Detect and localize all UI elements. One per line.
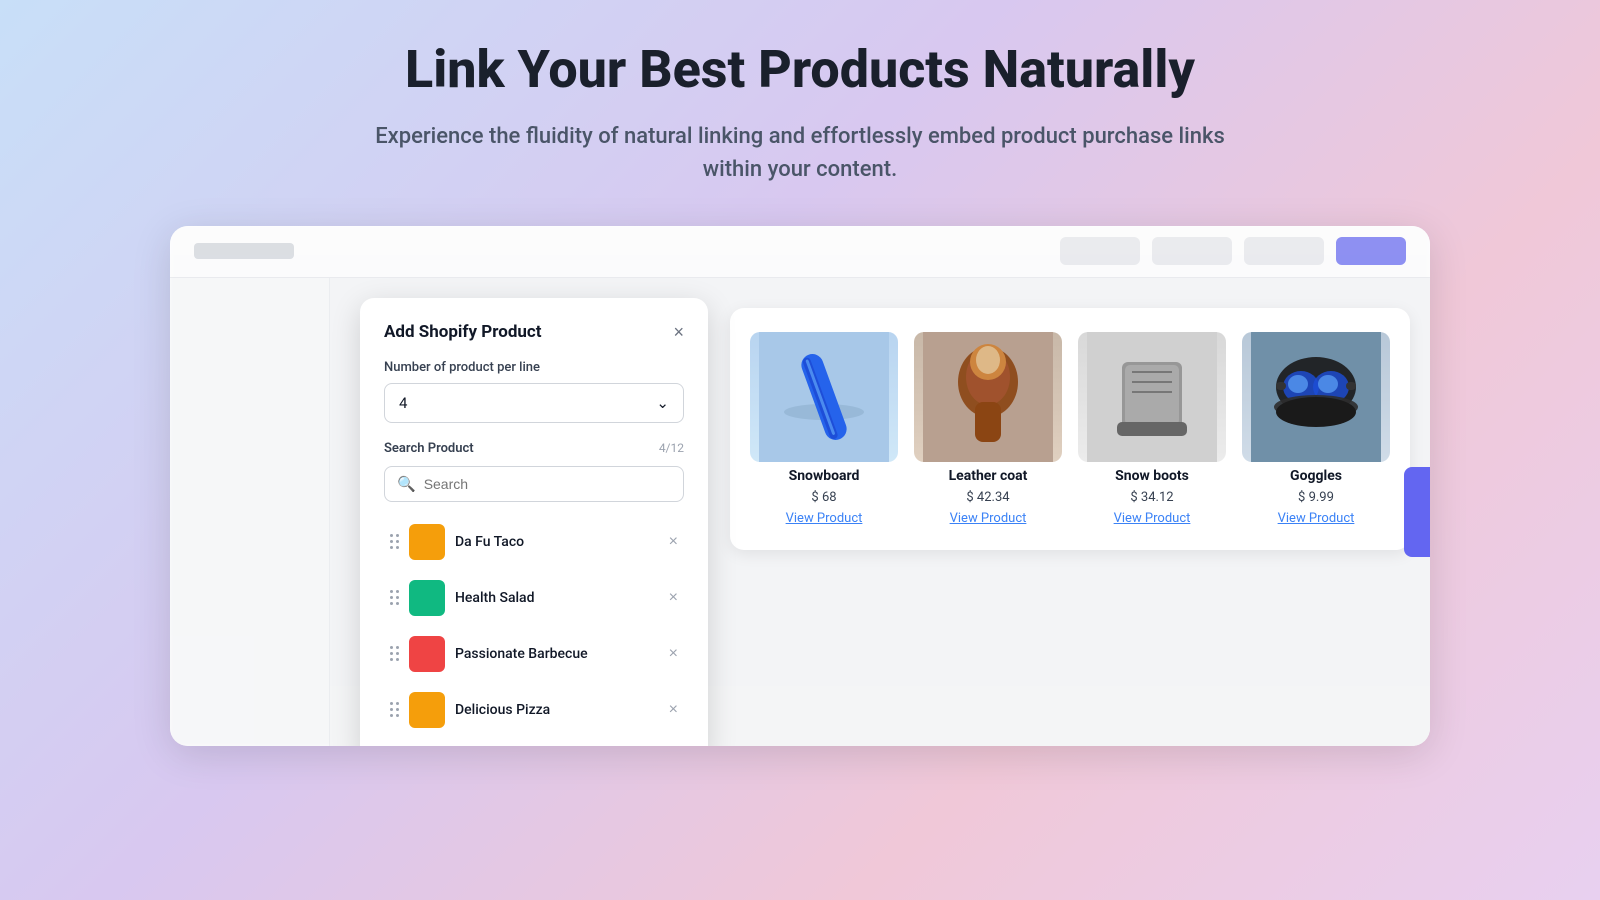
drag-handle-icon [390, 702, 399, 717]
modal-title: Add Shopify Product [384, 322, 542, 342]
product-card-image [1242, 332, 1390, 462]
search-input-wrap[interactable]: 🔍 [384, 466, 684, 502]
view-product-link[interactable]: View Product [1114, 511, 1191, 526]
product-card-price: $ 68 [811, 490, 836, 505]
product-thumbnail [409, 580, 445, 616]
hero-subtitle: Experience the fluidity of natural linki… [350, 120, 1250, 186]
product-card-image [750, 332, 898, 462]
product-card-name: Snow boots [1115, 468, 1189, 484]
product-card: Goggles $ 9.99 View Product [1242, 332, 1390, 526]
view-product-link[interactable]: View Product [950, 511, 1027, 526]
product-card-price: $ 42.34 [966, 490, 1009, 505]
right-edge-button[interactable] [1404, 467, 1430, 557]
product-card: Snow boots $ 34.12 View Product [1078, 332, 1226, 526]
product-card-price: $ 9.99 [1298, 490, 1334, 505]
product-card-image [914, 332, 1062, 462]
search-icon: 🔍 [397, 475, 416, 493]
list-item[interactable]: Da Fu Taco × [384, 516, 684, 568]
search-input[interactable] [424, 476, 671, 492]
modal-close-button[interactable]: × [673, 323, 684, 341]
top-bar-logo [194, 243, 294, 259]
drag-handle-icon [390, 534, 399, 549]
product-name: Da Fu Taco [455, 534, 659, 550]
chevron-down-icon: ⌄ [656, 394, 669, 412]
product-name: Passionate Barbecue [455, 646, 659, 662]
per-line-label: Number of product per line [384, 360, 684, 375]
main-card: Add Shopify Product × Number of product … [170, 226, 1430, 746]
product-card: Leather coat $ 42.34 View Product [914, 332, 1062, 526]
modal-header: Add Shopify Product × [384, 322, 684, 342]
product-thumbnail [409, 524, 445, 560]
top-bar-pill-2 [1152, 237, 1232, 265]
product-thumbnail [409, 692, 445, 728]
view-product-link[interactable]: View Product [1278, 511, 1355, 526]
product-name: Health Salad [455, 590, 659, 606]
product-card-name: Leather coat [949, 468, 1028, 484]
search-product-count: 4/12 [659, 441, 684, 455]
remove-product-button[interactable]: × [669, 533, 678, 551]
top-bar-pill-1 [1060, 237, 1140, 265]
search-product-header: Search Product 4/12 [384, 441, 684, 456]
top-bar-pill-3 [1244, 237, 1324, 265]
per-line-value: 4 [399, 394, 407, 412]
center-panel: Add Shopify Product × Number of product … [330, 278, 1430, 746]
add-shopify-product-modal: Add Shopify Product × Number of product … [360, 298, 708, 746]
top-bar [170, 226, 1430, 278]
list-item[interactable]: Delicious Pizza × [384, 684, 684, 736]
list-item[interactable]: Passionate Barbecue × [384, 628, 684, 680]
product-list: Da Fu Taco × Health Salad × Passionate B… [384, 516, 684, 736]
top-bar-save-btn[interactable] [1336, 237, 1406, 265]
remove-product-button[interactable]: × [669, 589, 678, 607]
list-item[interactable]: Health Salad × [384, 572, 684, 624]
per-line-select[interactable]: 4 ⌄ [384, 383, 684, 423]
remove-product-button[interactable]: × [669, 645, 678, 663]
remove-product-button[interactable]: × [669, 701, 678, 719]
product-card-image [1078, 332, 1226, 462]
products-preview: Snowboard $ 68 View Product Leather coat… [730, 308, 1410, 550]
drag-handle-icon [390, 590, 399, 605]
product-name: Delicious Pizza [455, 702, 659, 718]
search-product-label: Search Product [384, 441, 474, 456]
product-thumbnail [409, 636, 445, 672]
left-panel [170, 278, 330, 746]
product-card-name: Snowboard [789, 468, 860, 484]
product-card-price: $ 34.12 [1130, 490, 1173, 505]
product-card-name: Goggles [1290, 468, 1342, 484]
drag-handle-icon [390, 646, 399, 661]
product-card: Snowboard $ 68 View Product [750, 332, 898, 526]
hero-title: Link Your Best Products Naturally [405, 40, 1195, 100]
view-product-link[interactable]: View Product [786, 511, 863, 526]
card-content: Add Shopify Product × Number of product … [170, 278, 1430, 746]
